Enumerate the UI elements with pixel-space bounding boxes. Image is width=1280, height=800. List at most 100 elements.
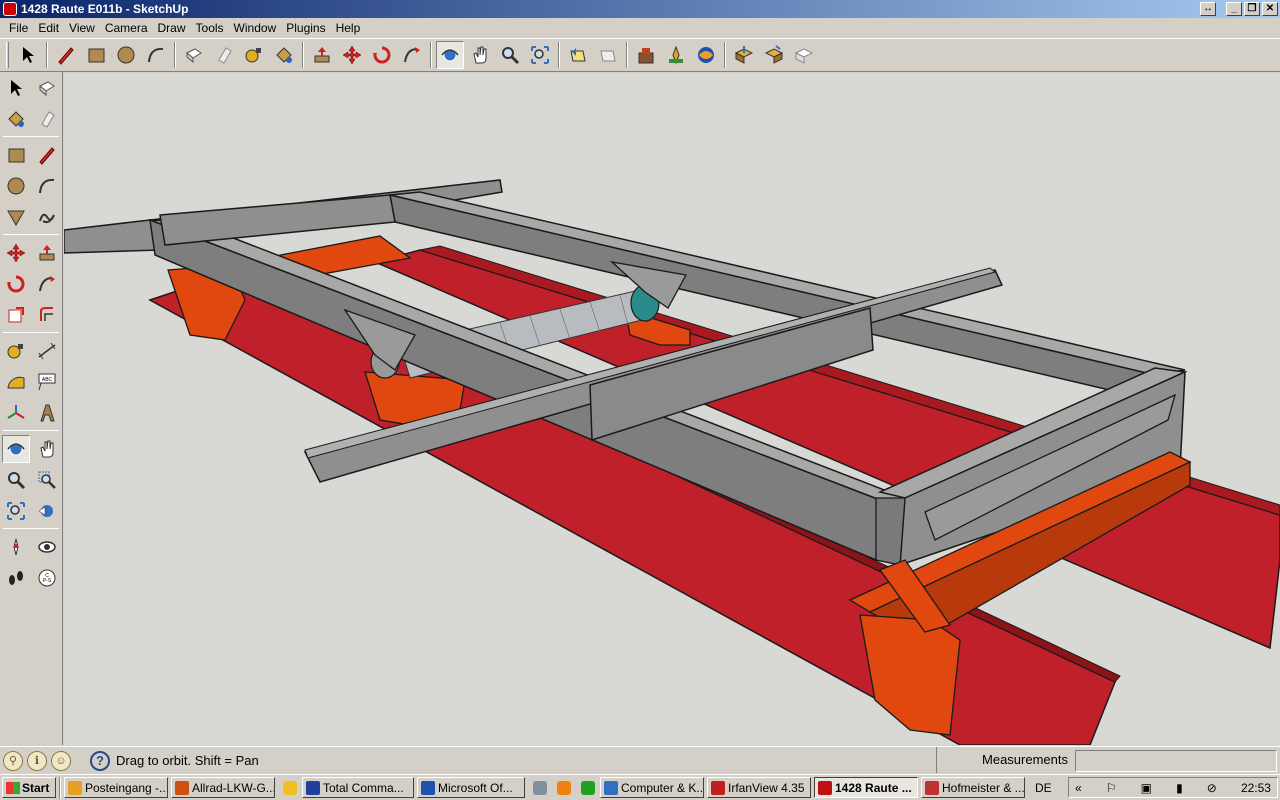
taskbar-item[interactable]: Microsoft Of...: [417, 777, 525, 798]
taskbar-item[interactable]: 1428 Raute ...: [814, 777, 918, 798]
flag-icon[interactable]: ⚐: [1106, 781, 1117, 795]
push-pull-tool-button[interactable]: [33, 239, 61, 267]
follow-me-tool-button[interactable]: [398, 41, 426, 69]
zoom-extents-tool-button[interactable]: [2, 497, 30, 525]
rectangle-tool-button[interactable]: [82, 41, 110, 69]
tape-measure-tool-button[interactable]: [2, 337, 30, 365]
menu-window[interactable]: Window: [229, 21, 282, 35]
look-around-tool-button[interactable]: [33, 533, 61, 561]
paint-bucket-tool-button[interactable]: [2, 105, 30, 133]
menu-camera[interactable]: Camera: [100, 21, 153, 35]
dimension-icon: [38, 342, 56, 359]
tray-expand-icon[interactable]: «: [1075, 781, 1082, 795]
geo-location-icon[interactable]: ⚲: [3, 750, 23, 771]
taskbar-item[interactable]: Allrad-LKW-G...: [171, 777, 275, 798]
position-camera-tool-button[interactable]: [2, 533, 30, 561]
zoom-tool-button[interactable]: [2, 466, 30, 494]
taskbar-item[interactable]: [552, 777, 576, 798]
taskbar-item[interactable]: IrfanView 4.35: [707, 777, 811, 798]
taskbar-item[interactable]: [528, 777, 552, 798]
get-models-tool-button[interactable]: [692, 41, 720, 69]
move-tool-button[interactable]: [2, 239, 30, 267]
help-icon[interactable]: ?: [90, 750, 110, 771]
scale-tool-button[interactable]: [2, 301, 30, 329]
follow-me-tool-button[interactable]: [33, 270, 61, 298]
previous-view-tool-button[interactable]: [564, 41, 592, 69]
circle-tool-button[interactable]: [2, 172, 30, 200]
menu-plugins[interactable]: Plugins: [281, 21, 330, 35]
pan-tool-button[interactable]: [466, 41, 494, 69]
line-tool-button[interactable]: [33, 141, 61, 169]
menu-edit[interactable]: Edit: [33, 21, 64, 35]
3d-text-tool-button[interactable]: [33, 399, 61, 427]
paint-bucket-tool-button[interactable]: [270, 41, 298, 69]
circle-icon: [7, 177, 25, 194]
walk-tool-button[interactable]: [2, 564, 30, 592]
make-component-tool-button[interactable]: [33, 74, 61, 102]
axes-tool-button[interactable]: [2, 399, 30, 427]
add-location-tool-button[interactable]: [632, 41, 660, 69]
orange-pedestal-front: [859, 614, 961, 736]
menu-draw[interactable]: Draw: [153, 21, 191, 35]
zoom-extents-tool-button[interactable]: [526, 41, 554, 69]
rotate-tool-button[interactable]: [2, 270, 30, 298]
text-tool-button[interactable]: ABC: [33, 368, 61, 396]
start-button[interactable]: Start: [2, 777, 56, 798]
menu-help[interactable]: Help: [331, 21, 366, 35]
zoom-tool-button[interactable]: [496, 41, 524, 69]
rotate-tool-button[interactable]: [368, 41, 396, 69]
volume-muted-icon[interactable]: ⊘: [1207, 781, 1217, 795]
model-viewport[interactable]: [64, 73, 1280, 745]
select-tool-button[interactable]: [2, 74, 30, 102]
zoom-window-tool-button[interactable]: [33, 466, 61, 494]
section-plane-tool-button[interactable]: C P-S: [33, 564, 61, 592]
taskbar-item[interactable]: [576, 777, 600, 798]
make-component-tool-button[interactable]: [180, 41, 208, 69]
orbit-tool-button[interactable]: [2, 434, 30, 463]
dimension-tool-button[interactable]: [33, 337, 61, 365]
eraser-tool-button[interactable]: [33, 105, 61, 133]
close-button[interactable]: ✕: [1262, 2, 1278, 16]
menu-tools[interactable]: Tools: [191, 21, 229, 35]
taskbar-item[interactable]: Total Comma...: [302, 777, 414, 798]
components-tool-button[interactable]: [730, 41, 758, 69]
maximize-button[interactable]: ❐: [1244, 2, 1260, 16]
taskbar-item[interactable]: Posteingang -...: [64, 777, 168, 798]
minimize-button[interactable]: _: [1226, 2, 1242, 16]
previous-tool-button[interactable]: [33, 497, 61, 525]
pan-tool-button[interactable]: [33, 435, 61, 463]
taskbar-item[interactable]: Hofmeister & ...: [921, 777, 1025, 798]
security-icon[interactable]: ▣: [1141, 781, 1152, 795]
menu-view[interactable]: View: [64, 21, 100, 35]
rectangle-tool-button[interactable]: [2, 141, 30, 169]
select-tool-button[interactable]: [14, 41, 42, 69]
measurements-input[interactable]: [1075, 750, 1277, 772]
status-bar: ⚲ ℹ ☺ ? Drag to orbit. Shift = Pan Measu…: [0, 746, 1280, 774]
warehouse-tool-button[interactable]: [790, 41, 818, 69]
next-view-tool-button[interactable]: [594, 41, 622, 69]
language-indicator[interactable]: DE: [1035, 781, 1052, 795]
arc-tool-button[interactable]: [142, 41, 170, 69]
toggle-terrain-tool-button[interactable]: [662, 41, 690, 69]
eraser-tool-button[interactable]: [210, 41, 238, 69]
circle-tool-button[interactable]: [112, 41, 140, 69]
model-drawing[interactable]: [64, 73, 1280, 745]
offset-tool-button[interactable]: [33, 301, 61, 329]
credits-icon[interactable]: ℹ: [27, 750, 47, 771]
share-model-tool-button[interactable]: [760, 41, 788, 69]
pencil-tool-button[interactable]: [52, 41, 80, 69]
menu-file[interactable]: File: [4, 21, 33, 35]
taskbar-item[interactable]: [278, 777, 302, 798]
move-tool-button[interactable]: [338, 41, 366, 69]
tape-measure-tool-button[interactable]: [240, 41, 268, 69]
restore-size-button[interactable]: ↔: [1200, 2, 1216, 16]
taskbar-item[interactable]: Computer & K...: [600, 777, 704, 798]
push-pull-tool-button[interactable]: [308, 41, 336, 69]
protractor-tool-button[interactable]: [2, 368, 30, 396]
user-icon[interactable]: ☺: [51, 750, 71, 771]
arc-tool-button[interactable]: [33, 172, 61, 200]
freehand-tool-button[interactable]: [33, 203, 61, 231]
polygon-tool-button[interactable]: [2, 203, 30, 231]
orbit-tool-button[interactable]: [436, 41, 464, 69]
network-icon[interactable]: ▮: [1176, 781, 1183, 795]
